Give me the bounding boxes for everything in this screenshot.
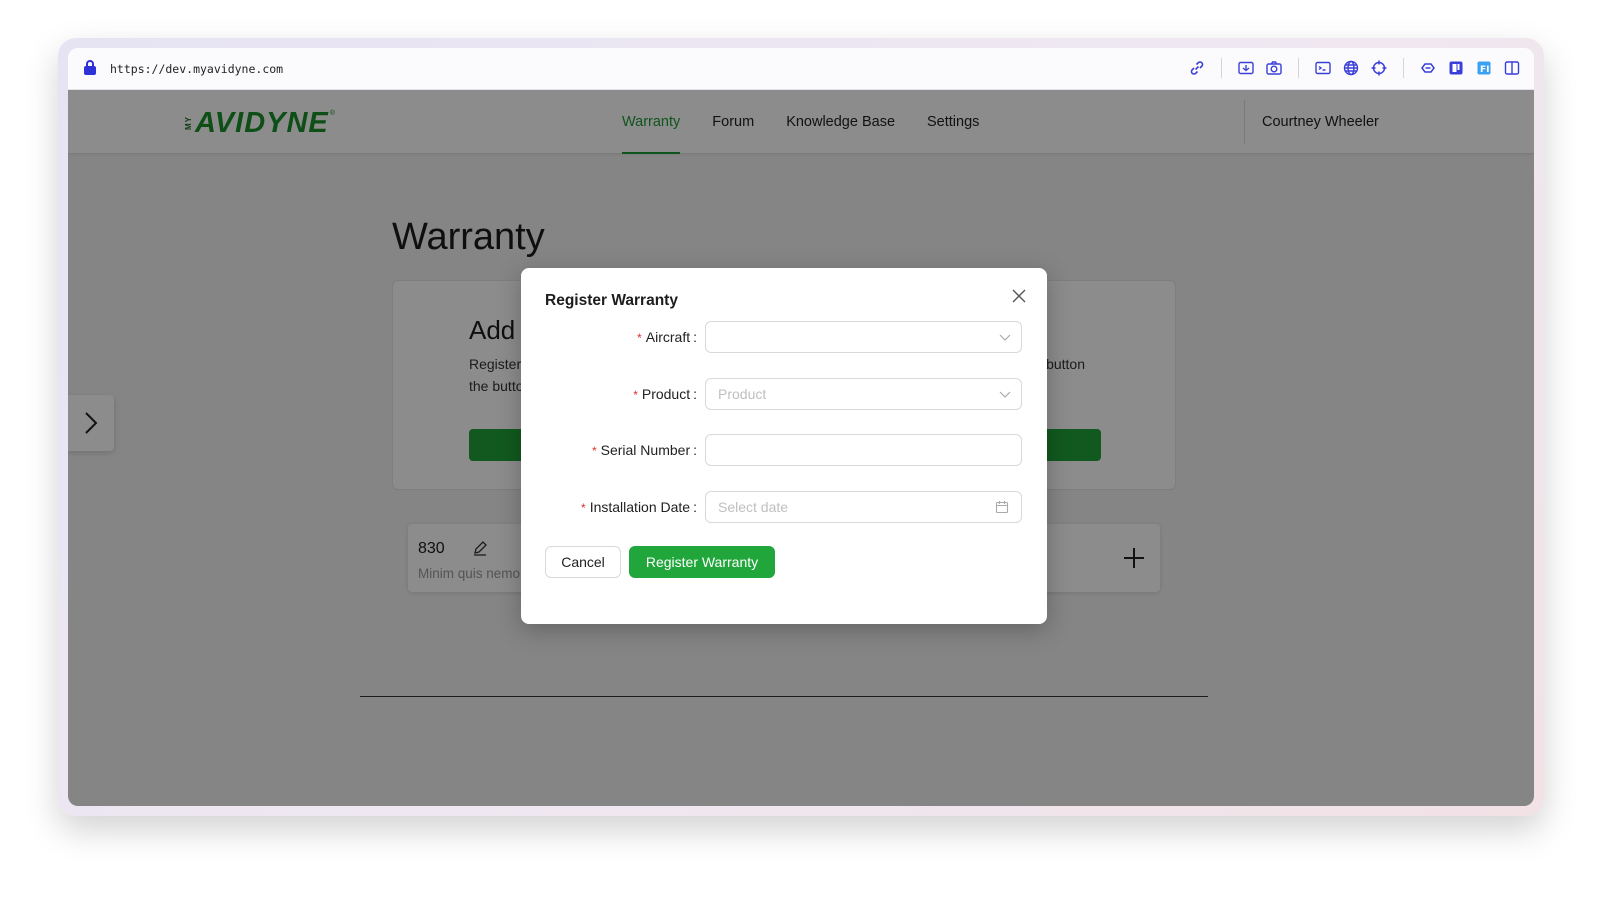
install-date-label: * Installation Date:: [581, 499, 697, 515]
camera-icon[interactable]: [1264, 58, 1284, 78]
chevron-down-icon: [999, 334, 1011, 341]
product-label: * Product:: [633, 386, 697, 402]
calendar-icon: [995, 501, 1009, 514]
terminal-icon[interactable]: [1313, 58, 1333, 78]
aircraft-select[interactable]: [705, 321, 1022, 353]
svg-text:FI: FI: [1480, 65, 1490, 75]
reader-icon[interactable]: [1446, 58, 1466, 78]
product-row: * Product: Product: [521, 378, 1047, 410]
sidebar-icon[interactable]: [1502, 58, 1522, 78]
link-icon[interactable]: [1187, 58, 1207, 78]
cancel-button[interactable]: Cancel: [545, 546, 621, 578]
aircraft-label: * Aircraft:: [637, 329, 697, 345]
register-warranty-modal: Register Warranty * Aircraft: * Product: P…: [521, 268, 1047, 624]
figma-icon[interactable]: FI: [1474, 58, 1494, 78]
toolbar-icons: FI: [1187, 58, 1522, 78]
install-date-row: * Installation Date: Select date: [521, 491, 1047, 523]
chevron-down-icon: [999, 391, 1011, 398]
browser-window: https://dev.myavidyne.com FI MY AVIDYNE …: [68, 48, 1534, 806]
product-placeholder: Product: [718, 386, 767, 402]
url-bar[interactable]: https://dev.myavidyne.com FI: [68, 48, 1534, 90]
extension-icon[interactable]: [1418, 58, 1438, 78]
url-text[interactable]: https://dev.myavidyne.com: [110, 62, 283, 76]
close-icon[interactable]: [1011, 288, 1027, 304]
serial-number-input[interactable]: [705, 434, 1022, 466]
page-content: MY AVIDYNE ® Warranty Forum Knowledge Ba…: [68, 90, 1534, 806]
aircraft-row: * Aircraft:: [521, 321, 1047, 353]
install-date-picker[interactable]: Select date: [705, 491, 1022, 523]
crosshair-icon[interactable]: [1369, 58, 1389, 78]
serial-row: * Serial Number:: [521, 434, 1047, 466]
screenshot-icon[interactable]: [1236, 58, 1256, 78]
product-select[interactable]: Product: [705, 378, 1022, 410]
globe-icon[interactable]: [1341, 58, 1361, 78]
register-warranty-button[interactable]: Register Warranty: [629, 546, 775, 578]
modal-title: Register Warranty: [545, 292, 678, 309]
install-date-placeholder: Select date: [718, 499, 789, 515]
lock-icon: [84, 60, 96, 76]
serial-label: * Serial Number:: [591, 442, 697, 458]
